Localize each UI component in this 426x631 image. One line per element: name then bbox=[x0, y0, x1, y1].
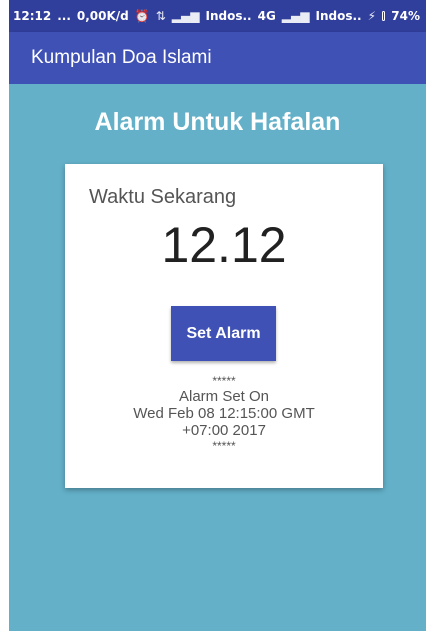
alarm-info-line-3: +07:00 2017 bbox=[182, 422, 266, 439]
page-heading: Alarm Untuk Hafalan bbox=[94, 108, 341, 136]
net-speed: 0,00K/d bbox=[76, 9, 129, 23]
status-dots: ... bbox=[57, 9, 71, 23]
data-transfer-icon: ⇅ bbox=[155, 9, 166, 23]
set-alarm-button[interactable]: Set Alarm bbox=[171, 306, 276, 361]
alarm-info-line-2: Wed Feb 08 12:15:00 GMT bbox=[133, 405, 315, 422]
status-bar: 12:12 ... 0,00K/d ⏰ ⇅ ▂▄▆ Indos.. 4G ▂▄▆… bbox=[9, 0, 426, 32]
carrier-2: Indos.. bbox=[315, 9, 362, 23]
battery-percent: 74% bbox=[391, 9, 420, 23]
app-title: Kumpulan Doa Islami bbox=[31, 47, 212, 68]
charging-icon: ⚡ bbox=[367, 9, 377, 23]
alarm-info: ***** Alarm Set On Wed Feb 08 12:15:00 G… bbox=[65, 374, 383, 453]
phone-screen: 12:12 ... 0,00K/d ⏰ ⇅ ▂▄▆ Indos.. 4G ▂▄▆… bbox=[9, 0, 426, 631]
app-bar: Kumpulan Doa Islami bbox=[9, 32, 426, 84]
signal-icon: ▂▄▆ bbox=[171, 9, 200, 23]
current-time-label: Waktu Sekarang bbox=[89, 186, 237, 208]
stars-bottom: ***** bbox=[212, 439, 236, 453]
current-time-value: 12.12 bbox=[161, 217, 287, 273]
network-type: 4G bbox=[257, 9, 276, 23]
carrier-1: Indos.. bbox=[205, 9, 252, 23]
battery-icon bbox=[382, 11, 386, 21]
alarm-card: Waktu Sekarang 12.12 Set Alarm ***** Ala… bbox=[65, 164, 383, 488]
signal-icon-2: ▂▄▆ bbox=[281, 9, 310, 23]
main-content: Alarm Untuk Hafalan Waktu Sekarang 12.12… bbox=[9, 84, 426, 631]
alarm-clock-icon: ⏰ bbox=[134, 9, 150, 23]
stars-top: ***** bbox=[212, 374, 236, 388]
status-time: 12:12 bbox=[13, 9, 52, 23]
alarm-info-line-1: Alarm Set On bbox=[178, 388, 270, 405]
